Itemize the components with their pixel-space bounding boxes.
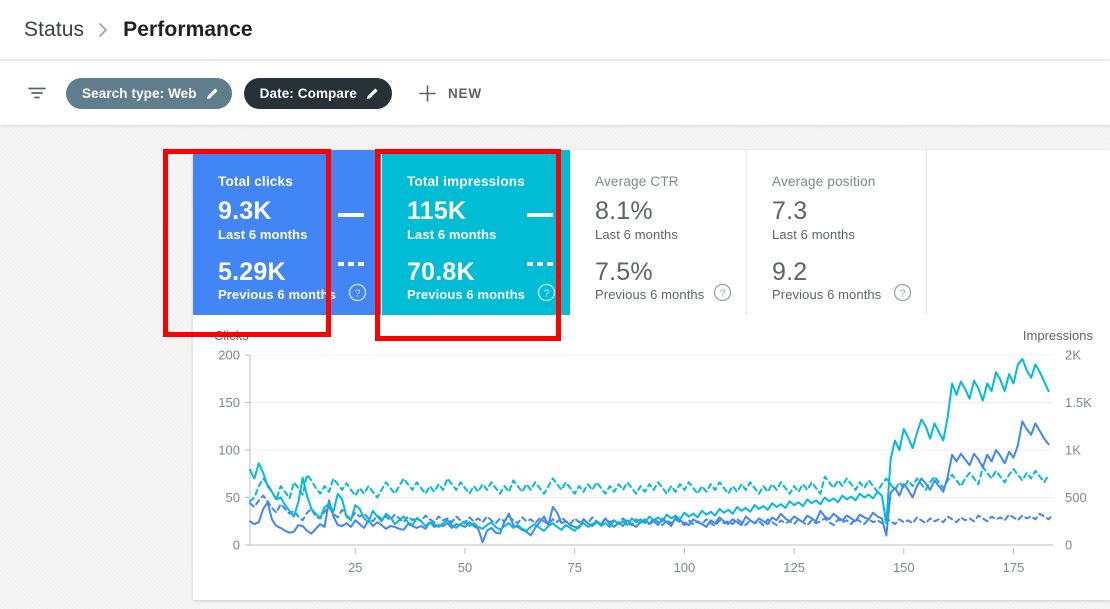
metric-previous-value: 9.2 [772,257,808,286]
svg-text:50: 50 [226,490,240,505]
help-circle-icon[interactable]: ? [893,283,912,302]
metric-current-label: Last 6 months [407,226,497,242]
chip-search-type[interactable]: Search type: Web [66,77,232,109]
help-circle-icon[interactable]: ? [348,283,367,302]
svg-text:?: ? [355,287,361,299]
svg-text:100: 100 [218,443,240,458]
svg-text:150: 150 [218,395,240,410]
svg-text:150: 150 [893,560,915,575]
svg-text:50: 50 [458,560,472,575]
svg-text:500: 500 [1065,490,1087,505]
svg-text:100: 100 [674,560,696,575]
chip-search-type-label: Search type: Web [82,85,197,101]
chart-canvas: 0 50 100 150 200 0 500 1K 1.5K 2K 25 50 75 100 125 150 1… [218,348,1092,576]
svg-text:125: 125 [783,560,805,575]
legend-dashed-line [527,262,553,266]
performance-panel: Total clicks 9.3K Last 6 months 5.29K Pr… [193,150,1110,600]
svg-text:0: 0 [233,538,240,553]
svg-text:0: 0 [1065,538,1072,553]
metric-title: Total clicks [218,174,293,189]
breadcrumb-status[interactable]: Status [24,18,84,42]
metric-current-label: Last 6 months [595,226,678,242]
metric-title: Total impressions [407,174,525,189]
chip-date-compare[interactable]: Date: Compare [243,77,392,109]
y-axis-title-impressions: Impressions [1022,328,1093,343]
metric-card-average-position[interactable]: Average position 7.3 Last 6 months 9.2 P… [747,150,927,315]
new-filter-button[interactable]: NEW [418,84,482,103]
filter-bar: Search type: Web Date: Compare NEW [0,61,1110,125]
help-circle-icon[interactable]: ? [713,283,732,302]
pencil-icon[interactable] [206,86,220,100]
metric-current-value: 115K [407,197,467,225]
performance-page: Status Performance Search type: Web Date… [0,0,1110,609]
svg-text:75: 75 [567,560,581,575]
metric-card-total-impressions[interactable]: Total impressions 115K Last 6 months 70.… [382,150,570,315]
performance-chart: Clicks Impressions 0 50 100 150 200 0 500 1K 1.5… [193,315,1110,600]
svg-text:?: ? [900,287,906,299]
pencil-icon[interactable] [366,86,380,100]
help-circle-icon[interactable]: ? [537,283,556,302]
svg-text:25: 25 [348,560,362,575]
svg-text:200: 200 [218,348,240,363]
metric-current-label: Last 6 months [218,226,308,242]
metric-card-average-ctr[interactable]: Average CTR 8.1% Last 6 months 7.5% Prev… [570,150,747,315]
svg-text:175: 175 [1003,560,1025,575]
filter-list-icon[interactable] [24,80,50,106]
page-title: Performance [123,17,253,41]
metric-card-total-clicks[interactable]: Total clicks 9.3K Last 6 months 5.29K Pr… [193,150,382,315]
chip-date-compare-label: Date: Compare [259,85,357,101]
svg-text:?: ? [544,287,550,299]
content-area: Total clicks 9.3K Last 6 months 5.29K Pr… [0,125,1110,609]
svg-text:2K: 2K [1065,348,1081,363]
metric-title: Average position [772,174,876,189]
plus-icon [418,84,437,103]
svg-text:1.5K: 1.5K [1065,395,1092,410]
metric-card-row: Total clicks 9.3K Last 6 months 5.29K Pr… [193,150,1110,315]
legend-dashed-line [338,262,364,266]
legend-solid-line [527,213,553,217]
new-filter-label: NEW [447,85,482,101]
metric-previous-value: 7.5% [595,257,653,286]
y-axis-title-clicks: Clicks [214,328,249,343]
svg-text:1K: 1K [1065,443,1081,458]
chevron-right-icon [98,22,109,38]
svg-text:?: ? [720,287,726,299]
metric-current-label: Last 6 months [772,226,855,242]
page-header: Status Performance [0,0,1110,60]
metric-current-value: 7.3 [772,197,808,225]
metric-card-empty-slot [927,150,1110,315]
metric-current-value: 8.1% [595,197,653,225]
legend-solid-line [338,213,364,217]
metric-current-value: 9.3K [218,197,272,225]
metric-title: Average CTR [595,174,679,189]
